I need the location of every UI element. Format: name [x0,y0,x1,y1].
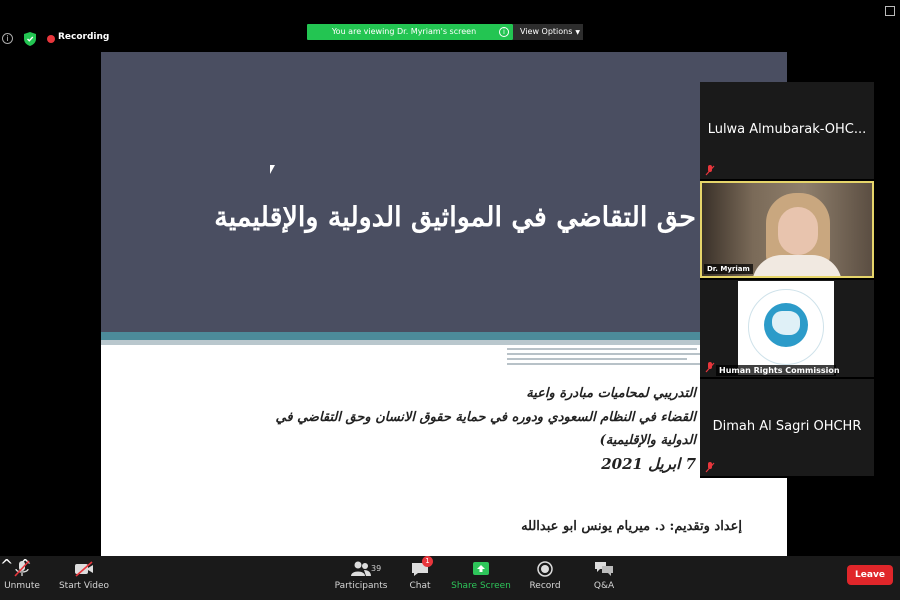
participants-count: 39 [371,564,382,573]
slide-title: حق التقاضي في المواثيق الدولية والإقليمي… [214,202,696,233]
meeting-toolbar: Unmute ^ Start Video ^ 39 Participants 1… [0,556,900,600]
participant-name: Human Rights Commission [716,365,840,376]
info-icon[interactable]: i [2,33,13,44]
logo-map-shape [772,311,800,335]
record-label: Record [529,581,561,591]
chevron-down-icon: ▼ [575,29,581,36]
start-video-button[interactable]: Start Video [48,560,120,591]
shared-screen-slide: حق التقاضي في المواثيق الدولية والإقليمي… [101,52,787,556]
slide-stripe [507,363,702,365]
record-icon [537,561,553,577]
unmute-label: Unmute [4,581,40,591]
qa-button[interactable]: Q&A [568,560,640,591]
human-rights-commission-logo [738,281,834,375]
banner-info-icon[interactable]: i [499,27,509,37]
slide-date-row: 7 ابريل 2021 [116,455,696,473]
slide-date: 7 ابريل 2021 [601,455,696,473]
viewing-banner-text: You are viewing Dr. Myriam's screen [331,27,477,36]
participants-icon [351,561,371,576]
recording-dot-icon [47,35,55,43]
participant-tile[interactable]: Dimah Al Sagri OHCHR [700,379,874,476]
view-options-button[interactable]: View Options ▼ [513,24,583,40]
leave-button[interactable]: Leave [847,565,893,585]
share-screen-label: Share Screen [451,581,511,591]
muted-mic-icon [705,165,715,176]
chat-unread-badge: 1 [422,556,433,567]
start-video-label: Start Video [58,581,110,591]
top-bar: i Recording You are viewing Dr. Myriam's… [0,0,900,52]
slide-subtitle-line: القضاء في النظام السعودي ودوره في حماية … [275,410,696,425]
fullscreen-icon[interactable] [885,6,895,16]
mouse-cursor-icon [270,165,275,174]
share-screen-icon [473,562,489,575]
participant-tile[interactable]: Human Rights Commission [700,280,874,377]
slide-divider-band-light [101,340,787,345]
chat-icon-wrap: 1 [409,556,433,578]
participant-tile-active[interactable]: Dr. Myriam [700,181,874,278]
view-options-label: View Options [520,27,573,36]
muted-mic-icon [705,462,715,473]
slide-stripe [507,353,707,355]
video-off-icon [75,561,93,577]
qa-label: Q&A [593,581,615,591]
shield-icon[interactable] [24,32,36,46]
slide-divider-band [101,332,787,340]
slide-stripe [507,348,697,350]
participant-tile[interactable]: Lulwa Almubarak-OHC... [700,82,874,179]
participant-name: Dimah Al Sagri OHCHR [712,419,862,434]
participant-name: Lulwa Almubarak-OHC... [707,122,867,137]
muted-mic-icon [14,560,30,577]
participant-video-face [778,207,818,255]
qa-icon [595,562,613,576]
viewing-banner: You are viewing Dr. Myriam's screen i [307,24,513,40]
participant-strip: Lulwa Almubarak-OHC... Dr. Myriam Human … [700,82,874,478]
slide-subtitle-line: التدريبي لمحاميات مبادرة واعية [526,386,696,401]
slide-subtitle-line: الدولية والإقليمية) [599,433,696,448]
chat-label: Chat [409,581,431,591]
participant-name: Dr. Myriam [704,264,753,274]
participants-label: Participants [334,581,388,591]
muted-mic-icon [705,362,715,373]
slide-header-panel [101,52,787,332]
slide-stripe [507,358,687,360]
slide-author: إعداد وتقديم: د. ميريام يونس ابو عبدالله [521,519,742,534]
share-screen-button[interactable]: Share Screen [445,560,517,591]
recording-label: Recording [58,32,110,42]
